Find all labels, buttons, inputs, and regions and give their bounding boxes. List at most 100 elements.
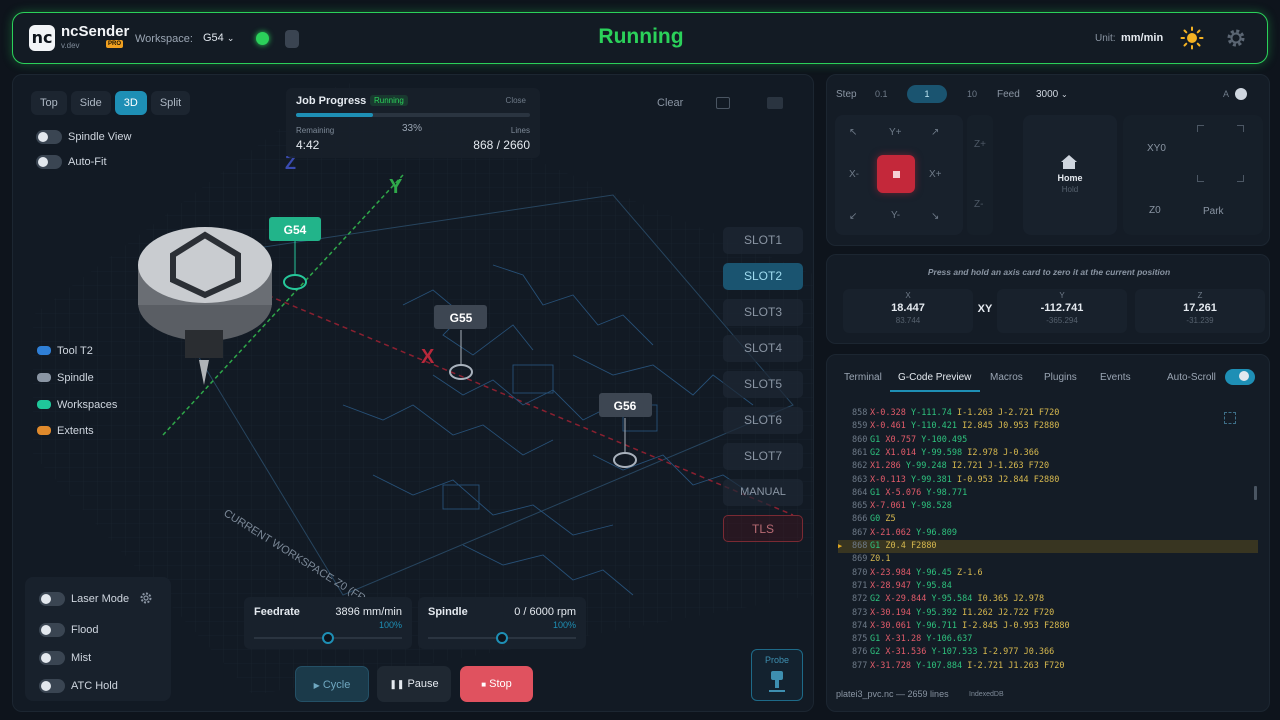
mist-toggle[interactable] <box>39 651 65 665</box>
x-axis-card[interactable]: X 18.447 83.744 <box>843 289 973 333</box>
view-top-button[interactable]: Top <box>31 91 67 115</box>
slot-4-button[interactable]: SLOT4 <box>723 335 803 362</box>
file-name: platei3_pvc.nc — 2659 lines <box>836 689 949 699</box>
tab-events[interactable]: Events <box>1100 372 1131 383</box>
step-1-button[interactable]: 1 <box>907 85 947 103</box>
jog-y-plus-button[interactable]: Y+ <box>889 127 902 138</box>
gear-icon[interactable] <box>1224 26 1248 50</box>
gcode-rest: I-0.953 J2.844 F2880 <box>957 474 1060 485</box>
park-button[interactable]: Park <box>1203 206 1224 217</box>
pause-button[interactable]: ❚❚ Pause <box>377 666 451 702</box>
gcode-x: X1.286 <box>870 461 901 472</box>
tab-terminal[interactable]: Terminal <box>844 372 882 383</box>
3d-viewport[interactable]: CURRENT WORKSPACE Z0 (FRONT) Y X Z G54 G… <box>12 74 814 712</box>
tab-gcode-preview[interactable]: G-Code Preview <box>898 372 971 383</box>
jog-y-minus-button[interactable]: Y- <box>891 210 900 221</box>
y-axis-card[interactable]: Y -112.741 -365.294 <box>997 289 1127 333</box>
gcode-line: 870 X-23.984 Y-96.45 Z-1.6 <box>838 567 1258 580</box>
gcode-line: 873 X-30.194 Y-95.392 I1.262 J2.722 F720 <box>838 607 1258 620</box>
laser-settings-gear-icon[interactable] <box>139 591 153 605</box>
gcode-line-number: 862 <box>852 461 868 472</box>
active-tab-underline <box>890 390 980 392</box>
corner-nw-icon[interactable] <box>1197 125 1204 132</box>
laser-mode-toggle[interactable] <box>39 592 65 606</box>
jog-nw-arrow-icon[interactable]: ↖ <box>849 127 857 138</box>
slot-2-button[interactable]: SLOT2 <box>723 263 803 290</box>
gcode-line-number: 867 <box>852 527 868 538</box>
gcode-y: Y-96.45 <box>916 567 952 578</box>
step-0-1-button[interactable]: 0.1 <box>875 89 888 99</box>
jog-x-minus-button[interactable]: X- <box>849 169 859 180</box>
corner-sw-icon[interactable] <box>1197 175 1204 182</box>
view-side-button[interactable]: Side <box>70 91 111 115</box>
gcode-line: 864 G1 X-5.076 Y-98.771 <box>838 487 1258 500</box>
zero-park-pad: XY0 Z0 Park <box>1123 115 1263 235</box>
feed-select[interactable]: 3000 ⌄ <box>1036 89 1068 100</box>
jog-stop-button[interactable] <box>877 155 915 193</box>
view-split-button[interactable]: Split <box>150 91 191 115</box>
job-progress-card: Job Progress Running Close 33% Remaining… <box>286 88 540 158</box>
xy0-button[interactable]: XY0 <box>1147 143 1166 154</box>
home-button[interactable]: Home Hold <box>1023 115 1117 235</box>
gcode-line: 858 X-0.328 Y-111.74 I-1.263 J-2.721 F720 <box>838 407 1258 420</box>
jog-x-plus-button[interactable]: X+ <box>929 169 942 180</box>
top-bar: nc ncSender v.dev PRO Workspace: G54 ⌄ R… <box>12 12 1268 64</box>
feedrate-value: 3896 mm/min <box>335 606 402 618</box>
jog-sw-arrow-icon[interactable]: ↙ <box>849 211 857 222</box>
atc-hold-toggle[interactable] <box>39 679 65 693</box>
aux-controls-panel: Laser Mode Flood Mist ATC Hold <box>25 577 171 701</box>
camera-icon[interactable] <box>767 97 783 109</box>
auto-fit-toggle[interactable] <box>36 155 62 169</box>
storage-label: IndexedDB <box>969 691 1004 698</box>
slot-1-button[interactable]: SLOT1 <box>723 227 803 254</box>
feedrate-slider-knob[interactable] <box>322 632 334 644</box>
tab-macros[interactable]: Macros <box>990 372 1023 383</box>
autoscroll-toggle[interactable] <box>1225 369 1255 385</box>
z0-button[interactable]: Z0 <box>1149 205 1161 216</box>
probe-icon <box>769 671 785 692</box>
tab-plugins[interactable]: Plugins <box>1044 372 1077 383</box>
y-machine-value: -365.294 <box>1046 316 1078 325</box>
gcode-rest: I0.365 J2.978 <box>977 594 1045 605</box>
tls-button[interactable]: TLS <box>723 515 803 542</box>
gcode-rest: I2.845 J0.953 F2880 <box>962 421 1060 432</box>
slot-5-button[interactable]: SLOT5 <box>723 371 803 398</box>
gcode-rest: I-2.977 J0.366 <box>982 647 1055 658</box>
job-close-button[interactable]: Close <box>506 96 526 105</box>
jog-z-minus-button[interactable]: Z- <box>974 199 983 210</box>
a-axis-toggle[interactable] <box>1235 88 1247 100</box>
gcode-line: 875 G1 X-31.28 Y-106.637 <box>838 633 1258 646</box>
step-label: Step <box>836 89 857 100</box>
slot-7-button[interactable]: SLOT7 <box>723 443 803 470</box>
gcode-x: X-30.061 <box>870 620 911 631</box>
spindle-view-toggle[interactable] <box>36 130 62 144</box>
gcode-cmd: G2 <box>870 594 881 605</box>
screenshot-icon[interactable] <box>716 97 730 109</box>
slot-3-button[interactable]: SLOT3 <box>723 299 803 326</box>
unit-toggle[interactable]: mm/min <box>1121 32 1163 44</box>
clear-button[interactable]: Clear <box>657 97 683 109</box>
view-3d-button[interactable]: 3D <box>114 91 147 115</box>
flood-toggle[interactable] <box>39 623 65 637</box>
jog-z-plus-button[interactable]: Z+ <box>974 139 986 150</box>
jog-se-arrow-icon[interactable]: ↘ <box>931 211 939 222</box>
gcode-line: 874 X-30.061 Y-96.711 I-2.845 J-0.953 F28… <box>838 620 1258 633</box>
gcode-line-number: 870 <box>852 567 868 578</box>
corner-se-icon[interactable] <box>1237 175 1244 182</box>
z-axis-card[interactable]: Z 17.261 -31.239 <box>1135 289 1265 333</box>
spindle-slider-knob[interactable] <box>496 632 508 644</box>
legend-workspaces-label: Workspaces <box>57 399 118 411</box>
step-10-button[interactable]: 10 <box>967 89 977 99</box>
sun-icon[interactable] <box>1180 26 1204 50</box>
mist-label: Mist <box>71 652 92 664</box>
manual-slot-button[interactable]: MANUAL <box>723 479 803 506</box>
probe-button[interactable]: Probe <box>751 649 803 701</box>
cycle-button[interactable]: ▶ Cycle <box>295 666 369 702</box>
jog-ne-arrow-icon[interactable]: ↗ <box>931 127 939 138</box>
stop-button[interactable]: ■ Stop <box>460 666 533 702</box>
slot-6-button[interactable]: SLOT6 <box>723 407 803 434</box>
gcode-rest: I-2.721 J1.263 F720 <box>967 660 1065 671</box>
corner-ne-icon[interactable] <box>1237 125 1244 132</box>
z-machine-value: -31.239 <box>1186 316 1214 325</box>
axis-zero-panel: Press and hold an axis card to zero it a… <box>826 254 1270 344</box>
